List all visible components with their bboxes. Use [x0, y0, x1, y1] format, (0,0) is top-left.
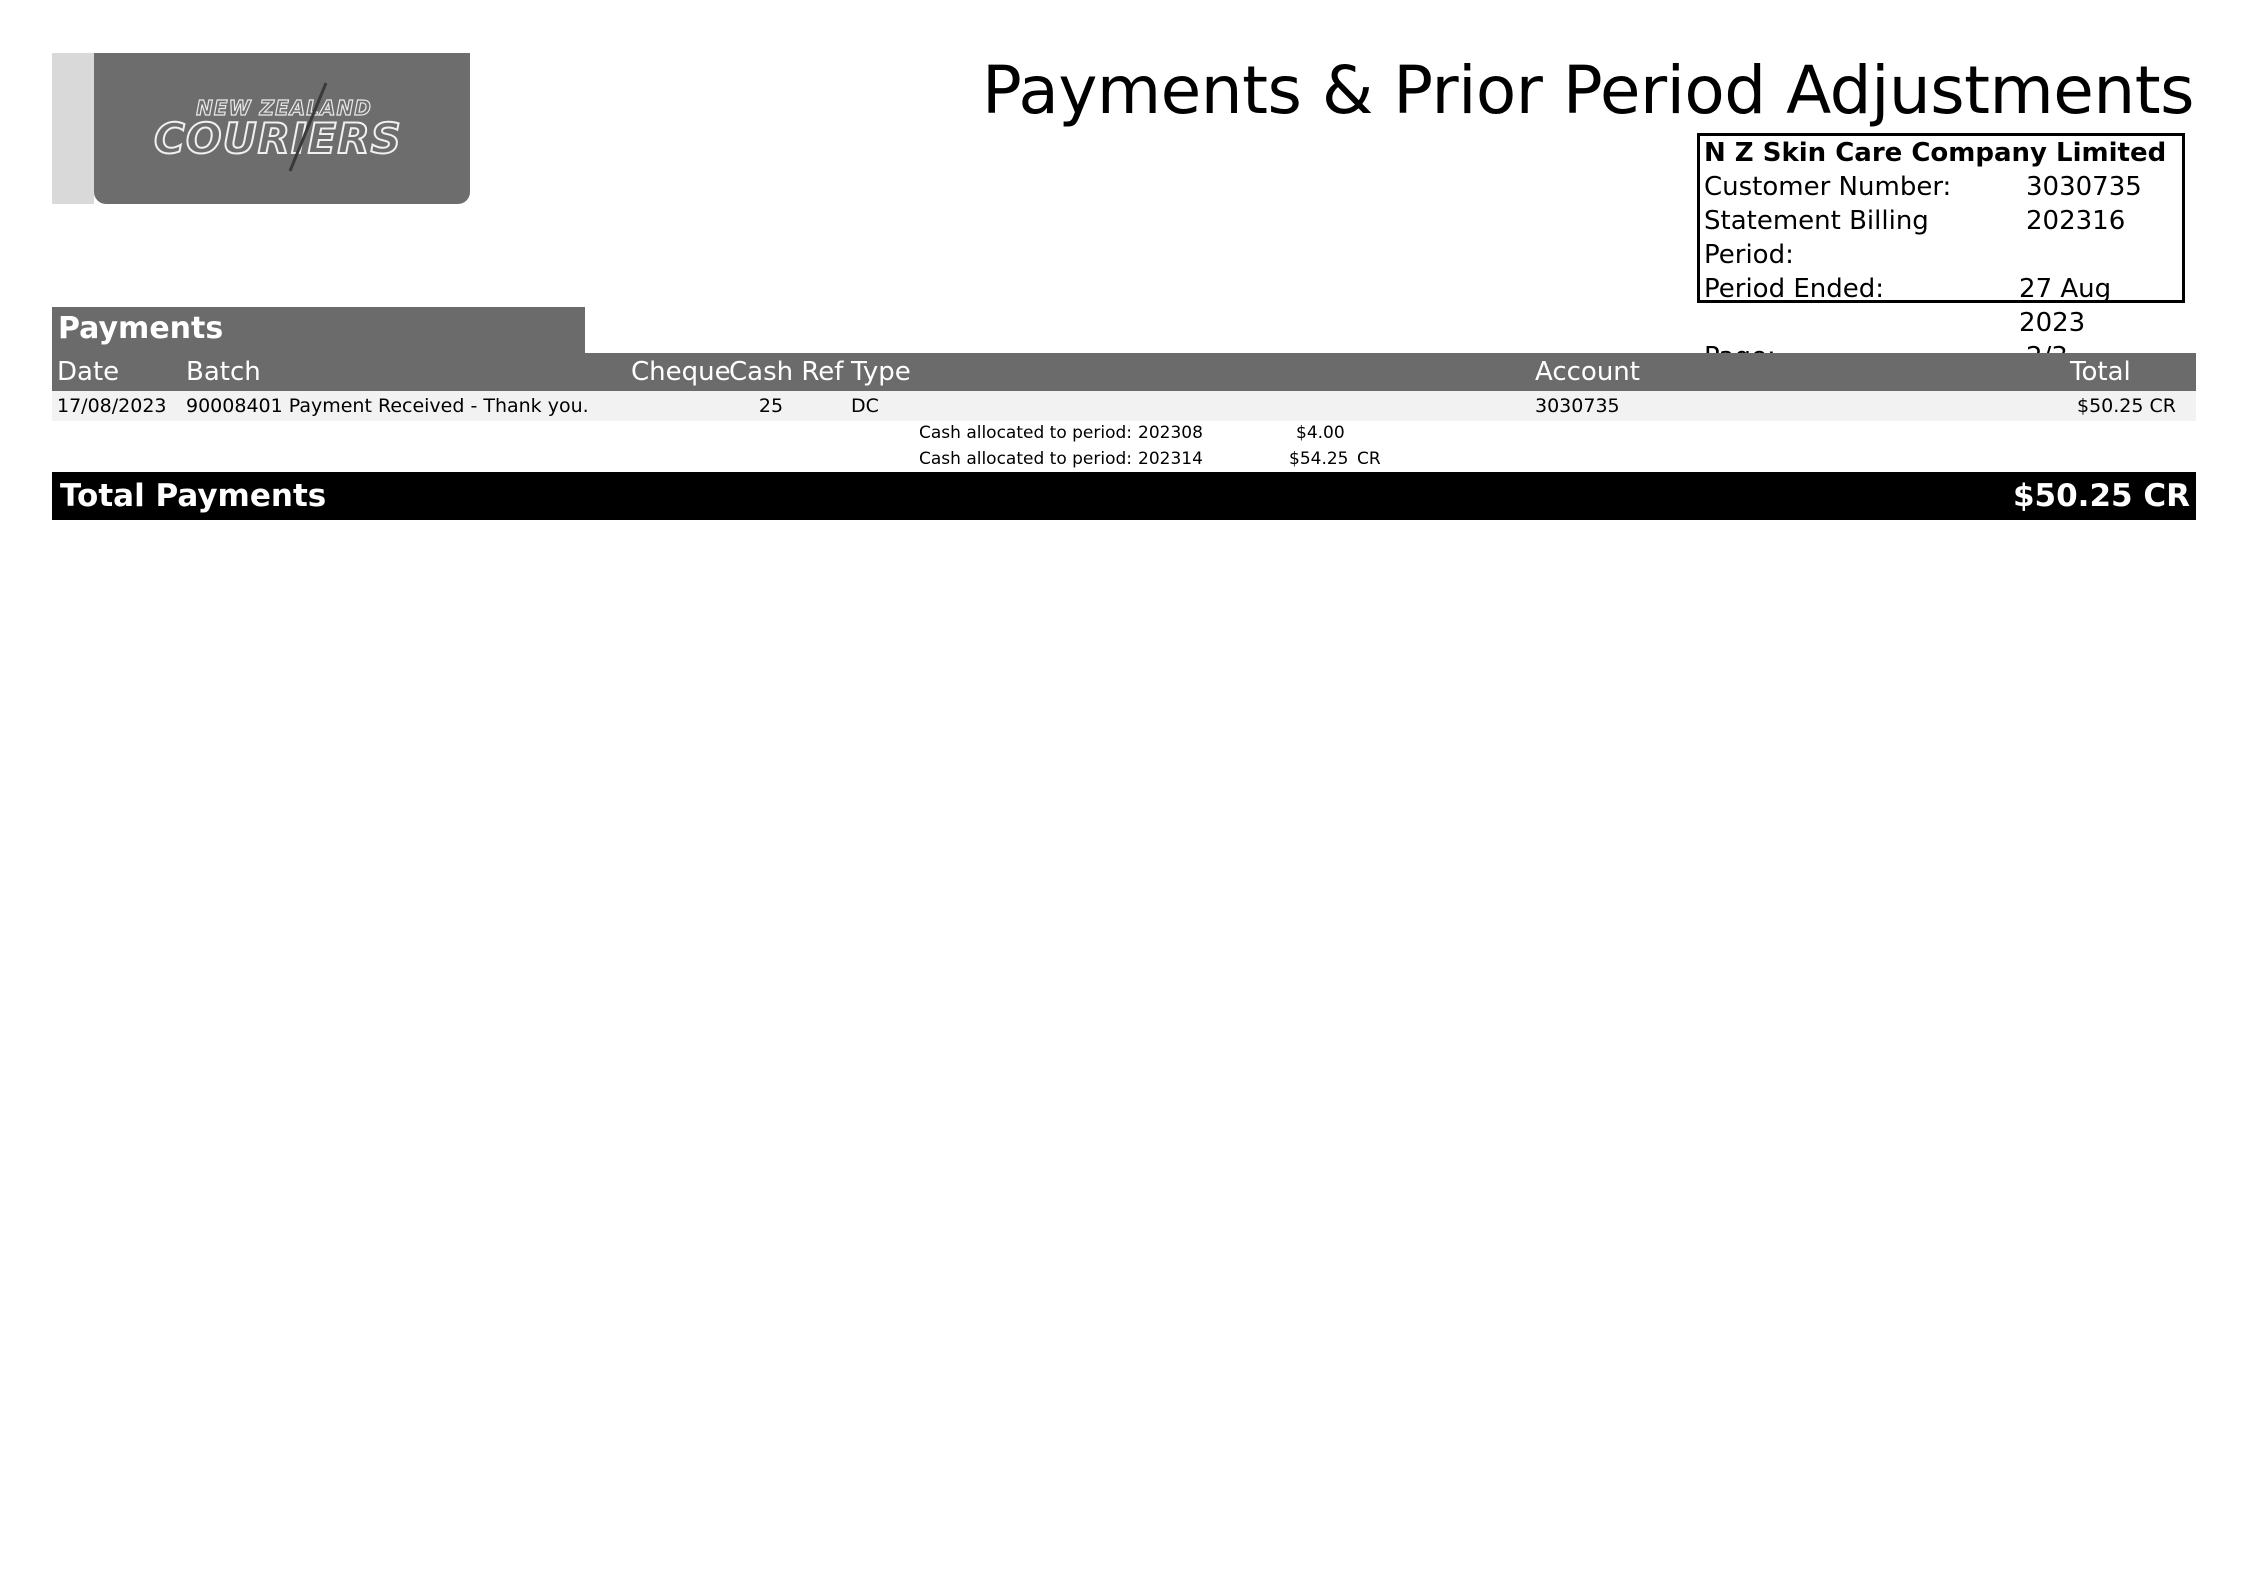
info-value: 3030735	[2026, 172, 2142, 202]
cell-batch: 90008401 Payment Received - Thank you.	[186, 395, 589, 417]
allocation-label: Cash allocated to period:	[919, 423, 1133, 443]
customer-company-name: N Z Skin Care Company Limited	[1704, 138, 2167, 168]
column-header-type: Type	[851, 357, 911, 387]
info-label: Period Ended:	[1704, 274, 1885, 304]
cell-cash-ref: 25	[758, 395, 784, 417]
cell-date: 17/08/2023	[57, 395, 167, 417]
total-payments-bar: Total Payments $50.25 CR	[52, 472, 2196, 520]
cell-total: $50.25 CR	[2077, 395, 2176, 417]
allocation-period: 202308	[1138, 423, 1203, 443]
table-header: Date Batch Cheque Cash Ref Type Account …	[52, 353, 2196, 391]
allocation-label: Cash allocated to period:	[919, 449, 1133, 469]
info-value: 27 Aug 2023	[2019, 274, 2112, 338]
column-header-batch: Batch	[186, 357, 261, 387]
logo-accent-strip	[52, 53, 94, 204]
info-row-period-ended: Period Ended: 27 Aug 2023	[1704, 272, 2182, 340]
payments-section-heading: Payments	[52, 307, 585, 353]
info-value: 202316	[2026, 206, 2126, 236]
column-header-cheque: Cheque	[631, 357, 731, 387]
customer-info-box: N Z Skin Care Company Limited Customer N…	[1697, 133, 2185, 372]
company-logo: NEW ZEALAND COURIERS	[94, 53, 470, 204]
allocation-flag: CR	[1357, 449, 1381, 469]
info-label: Customer Number:	[1704, 172, 1952, 202]
allocation-amount: $4.00	[1296, 423, 1345, 443]
cell-type: DC	[851, 395, 879, 417]
allocation-amount: $54.25	[1289, 449, 1349, 469]
column-header-total: Total	[2070, 357, 2131, 387]
total-payments-amount: $50.25 CR	[2012, 478, 2190, 514]
total-payments-label: Total Payments	[60, 478, 327, 514]
column-header-account: Account	[1535, 357, 1640, 387]
column-header-cash-ref: Cash Ref	[729, 357, 844, 387]
page-title: Payments & Prior Period Adjustments	[982, 52, 2194, 129]
info-row-customer-number: Customer Number: 3030735	[1704, 170, 2182, 204]
info-row-billing-period: Statement Billing Period: 202316	[1704, 204, 2182, 272]
info-label: Statement Billing Period:	[1704, 206, 1929, 270]
allocation-period: 202314	[1138, 449, 1203, 469]
column-header-date: Date	[57, 357, 120, 387]
table-row: 17/08/2023 90008401 Payment Received - T…	[52, 391, 2196, 421]
logo-graphic: NEW ZEALAND COURIERS	[153, 82, 402, 172]
cell-account: 3030735	[1535, 395, 1620, 417]
logo-line2: COURIERS	[154, 114, 402, 163]
